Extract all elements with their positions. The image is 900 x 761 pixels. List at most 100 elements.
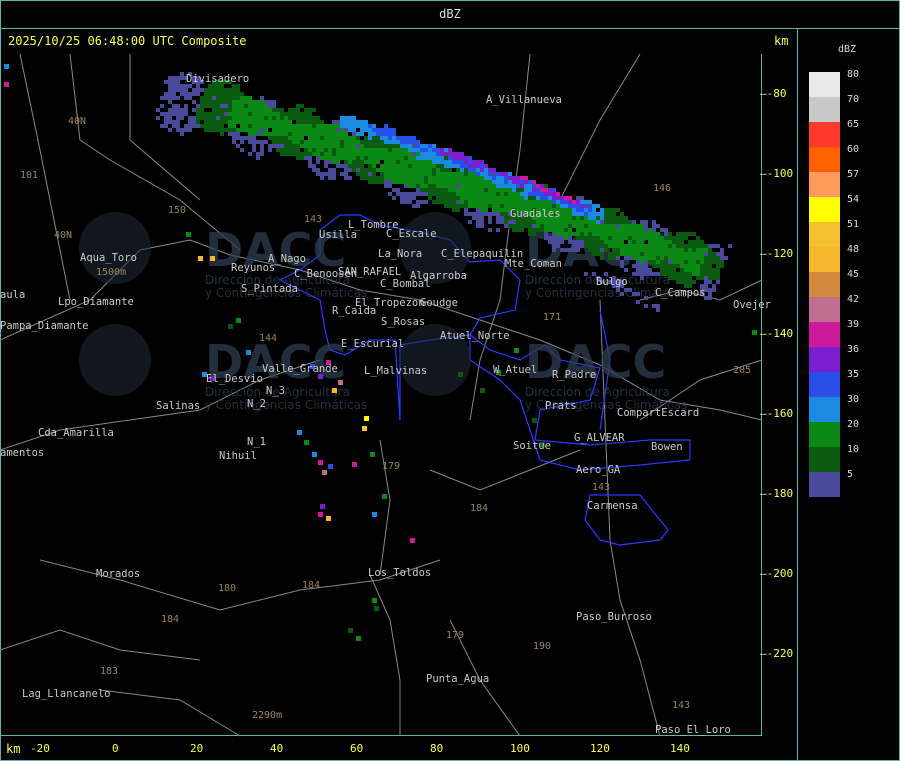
echo-pixel xyxy=(568,200,572,204)
echo-pixel xyxy=(516,188,520,192)
echo-pixel xyxy=(600,228,604,232)
echo-pixel xyxy=(364,140,368,144)
echo-pixel xyxy=(660,260,664,264)
echo-pixel xyxy=(240,100,244,104)
echo-pixel xyxy=(360,172,364,176)
echo-pixel xyxy=(188,124,192,128)
echo-pixel xyxy=(300,156,304,160)
echo-pixel xyxy=(580,212,584,216)
echo-pixel xyxy=(464,184,468,188)
echo-pixel xyxy=(604,232,608,236)
echo-pixel xyxy=(168,88,172,92)
echo-pixel xyxy=(304,116,308,120)
echo-pixel xyxy=(400,168,404,172)
echo-pixel xyxy=(528,228,532,232)
echo-pixel xyxy=(248,140,252,144)
echo-pixel xyxy=(568,216,572,220)
echo-pixel xyxy=(576,200,580,204)
echo-pixel xyxy=(416,184,420,188)
echo-pixel xyxy=(632,220,636,224)
echo-pixel xyxy=(412,140,416,144)
echo-pixel xyxy=(704,252,708,256)
echo-pixel xyxy=(260,104,264,108)
echo-pixel xyxy=(452,172,456,176)
echo-pixel xyxy=(584,272,588,276)
echo-pixel xyxy=(624,268,628,272)
echo-pixel xyxy=(184,124,188,128)
echo-pixel xyxy=(556,240,560,244)
echo-pixel xyxy=(700,260,704,264)
echo-pixel xyxy=(344,148,348,152)
echo-pixel xyxy=(476,192,480,196)
echo-pixel xyxy=(164,92,168,96)
echo-pixel xyxy=(636,224,640,228)
echo-pixel xyxy=(252,140,256,144)
echo-pixel xyxy=(496,176,500,180)
echo-pixel xyxy=(376,176,380,180)
echo-pixel xyxy=(608,240,612,244)
echo-pixel xyxy=(284,112,288,116)
echo-pixel xyxy=(628,248,632,252)
echo-pixel xyxy=(360,160,364,164)
echo-pixel xyxy=(620,248,624,252)
echo-pixel xyxy=(220,116,224,120)
echo-pixel xyxy=(396,152,400,156)
echo-pixel xyxy=(420,148,424,152)
echo-pixel xyxy=(468,164,472,168)
echo-pixel xyxy=(520,192,524,196)
echo-pixel xyxy=(380,128,384,132)
place-label: Mte_Coman xyxy=(505,258,562,270)
echo-pixel xyxy=(172,104,176,108)
echo-pixel xyxy=(516,228,520,232)
echo-pixel xyxy=(264,120,268,124)
echo-pixel xyxy=(588,244,592,248)
echo-pixel xyxy=(708,296,712,300)
echo-pixel xyxy=(344,152,348,156)
echo-pixel xyxy=(452,176,456,180)
echo-pixel xyxy=(536,188,540,192)
echo-pixel xyxy=(296,112,300,116)
echo-pixel xyxy=(356,164,360,168)
echo-pixel xyxy=(300,120,304,124)
echo-pixel xyxy=(432,180,436,184)
echo-pixel xyxy=(376,144,380,148)
echo-pixel xyxy=(616,244,620,248)
echo-pixel xyxy=(556,228,560,232)
legend-label: 39 xyxy=(847,319,860,330)
echo-pixel xyxy=(444,184,448,188)
echo-pixel xyxy=(628,232,632,236)
echo-pixel xyxy=(384,164,388,168)
echo-pixel xyxy=(244,108,248,112)
echo-pixel xyxy=(456,164,460,168)
echo-pixel xyxy=(400,152,404,156)
echo-pixel xyxy=(328,132,332,136)
echo-pixel xyxy=(260,124,264,128)
echo-pixel xyxy=(588,248,592,252)
echo-pixel xyxy=(664,272,668,276)
legend-label: 10 xyxy=(847,444,860,455)
echo-pixel xyxy=(596,228,600,232)
echo-pixel xyxy=(476,224,480,228)
echo-pixel xyxy=(436,168,440,172)
echo-pixel xyxy=(552,232,556,236)
echo-pixel xyxy=(476,164,480,168)
echo-pixel xyxy=(696,252,700,256)
echo-pixel xyxy=(272,136,276,140)
echo-pixel xyxy=(196,104,200,108)
echo-pixel xyxy=(416,164,420,168)
echo-cell xyxy=(4,64,9,69)
echo-pixel xyxy=(688,240,692,244)
echo-pixel xyxy=(564,228,568,232)
legend-entry: 80 xyxy=(809,69,879,97)
echo-pixel xyxy=(540,184,544,188)
echo-pixel xyxy=(572,212,576,216)
echo-pixel xyxy=(624,224,628,228)
echo-pixel xyxy=(548,200,552,204)
echo-pixel xyxy=(664,244,668,248)
echo-pixel xyxy=(308,144,312,148)
echo-pixel xyxy=(596,212,600,216)
echo-pixel xyxy=(460,184,464,188)
echo-pixel xyxy=(464,188,468,192)
echo-pixel xyxy=(684,280,688,284)
echo-pixel xyxy=(296,132,300,136)
